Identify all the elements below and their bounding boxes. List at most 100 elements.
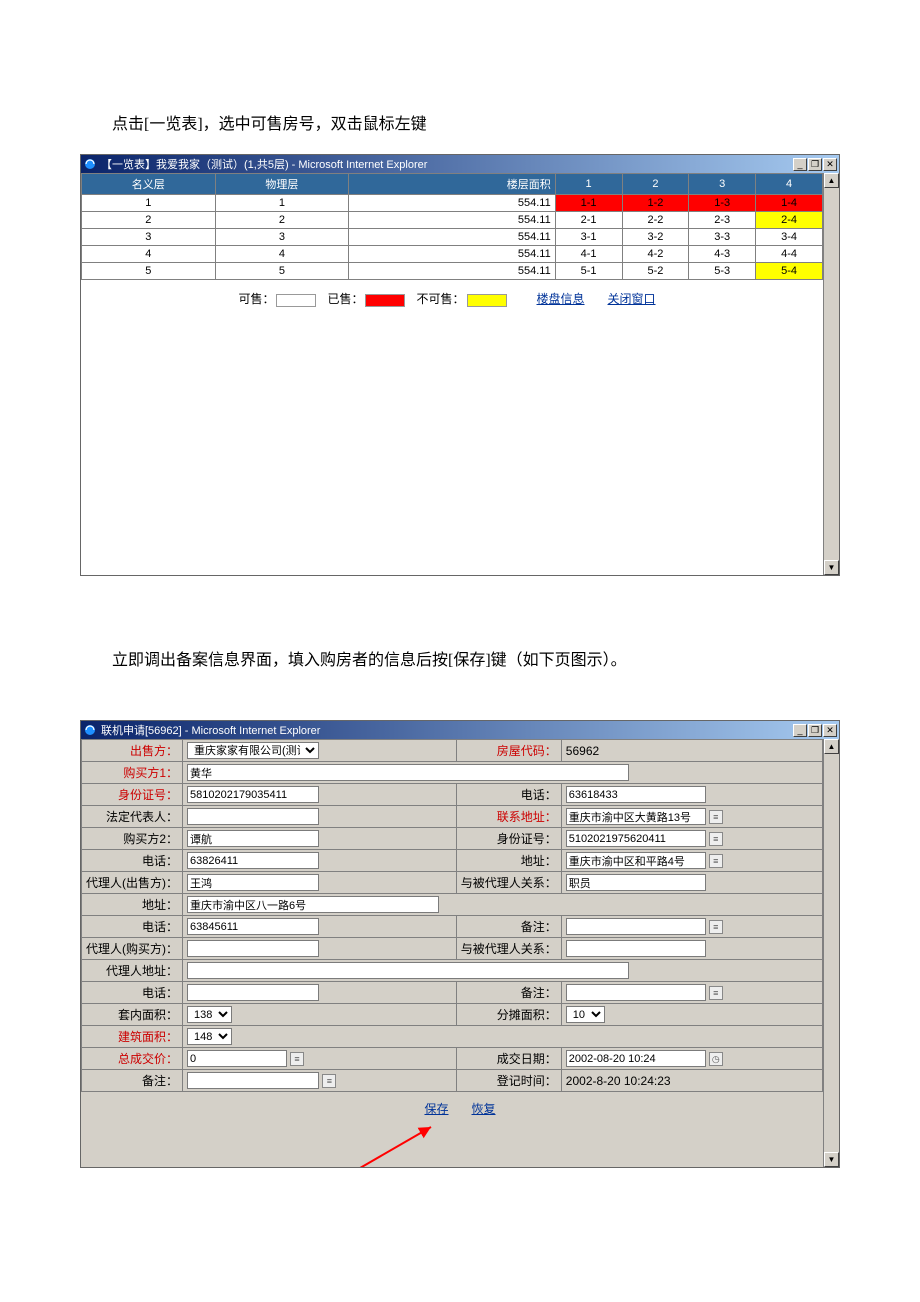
- remark2-input[interactable]: [566, 984, 706, 1001]
- phone3-input[interactable]: [187, 918, 319, 935]
- room-cell[interactable]: 1-2: [622, 195, 689, 212]
- legend-row: 可售： 已售： 不可售： 楼盘信息 关闭窗口: [81, 290, 839, 307]
- link-close-window[interactable]: 关闭窗口: [608, 292, 656, 306]
- cell-name-floor: 4: [82, 246, 216, 263]
- agent-addr-input[interactable]: [187, 962, 629, 979]
- memo-icon[interactable]: ≡: [709, 810, 723, 824]
- deal-date-input[interactable]: [566, 1050, 706, 1067]
- minimize-button[interactable]: _: [793, 158, 807, 171]
- agent-rel-input[interactable]: [566, 874, 706, 891]
- memo-icon[interactable]: ≡: [709, 920, 723, 934]
- room-cell[interactable]: 3-4: [756, 229, 823, 246]
- scroll-down-icon[interactable]: ▼: [824, 1152, 839, 1167]
- caption-2: 立即调出备案信息界面，填入购房者的信息后按[保存]键（如下页图示）。: [80, 646, 840, 670]
- room-cell[interactable]: 4-2: [622, 246, 689, 263]
- remark3-input[interactable]: [187, 1072, 319, 1089]
- agent-seller-input[interactable]: [187, 874, 319, 891]
- minimize-button[interactable]: _: [793, 724, 807, 737]
- table-row: 44554.114-14-24-34-4: [82, 246, 823, 263]
- room-cell[interactable]: 1-1: [555, 195, 622, 212]
- ie-icon: [83, 157, 97, 171]
- room-cell[interactable]: 2-3: [689, 212, 756, 229]
- cell-name-floor: 5: [82, 263, 216, 280]
- seller-select[interactable]: 重庆家家有限公司(测试): [187, 742, 319, 759]
- room-cell[interactable]: 5-1: [555, 263, 622, 280]
- room-cell[interactable]: 4-4: [756, 246, 823, 263]
- label-remark-2: 备注：: [456, 982, 561, 1004]
- memo-icon[interactable]: ≡: [322, 1074, 336, 1088]
- agent-buyer-input[interactable]: [187, 940, 319, 957]
- room-cell[interactable]: 5-3: [689, 263, 756, 280]
- build-area-select[interactable]: 148: [187, 1028, 232, 1045]
- value-reg-time: 2002-8-20 10:24:23: [561, 1070, 822, 1092]
- scroll-up-icon[interactable]: ▲: [824, 739, 839, 754]
- room-cell[interactable]: 3-3: [689, 229, 756, 246]
- label-phone-2: 电话：: [82, 850, 183, 872]
- address-input[interactable]: [187, 896, 439, 913]
- room-cell[interactable]: 5-2: [622, 263, 689, 280]
- maximize-button[interactable]: ❐: [808, 724, 822, 737]
- address2-input[interactable]: [566, 852, 706, 869]
- scroll-up-icon[interactable]: ▲: [824, 173, 839, 188]
- legend-unavail-label: 不可售：: [416, 292, 464, 306]
- buyer2-input[interactable]: [187, 830, 319, 847]
- id-input[interactable]: [187, 786, 319, 803]
- clock-icon[interactable]: ◷: [709, 1052, 723, 1066]
- room-cell[interactable]: 4-3: [689, 246, 756, 263]
- column-header: 楼层面积: [349, 174, 556, 195]
- share-area-select[interactable]: 10: [566, 1006, 605, 1023]
- scroll-down-icon[interactable]: ▼: [824, 560, 839, 575]
- calc-icon[interactable]: ≡: [290, 1052, 304, 1066]
- cell-phys-floor: 3: [215, 229, 349, 246]
- phone2-input[interactable]: [187, 852, 319, 869]
- phone4-input[interactable]: [187, 984, 319, 1001]
- caption-1: 点击[一览表]，选中可售房号，双击鼠标左键: [80, 110, 840, 134]
- column-header: 名义层: [82, 174, 216, 195]
- room-cell[interactable]: 2-1: [555, 212, 622, 229]
- remark-input[interactable]: [566, 918, 706, 935]
- room-cell[interactable]: 2-2: [622, 212, 689, 229]
- label-address: 地址：: [82, 894, 183, 916]
- label-contact-addr: 联系地址：: [456, 806, 561, 828]
- phone-input[interactable]: [566, 786, 706, 803]
- restore-link[interactable]: 恢复: [472, 1102, 496, 1116]
- save-link[interactable]: 保存: [424, 1102, 448, 1116]
- contact-addr-input[interactable]: [566, 808, 706, 825]
- cell-name-floor: 3: [82, 229, 216, 246]
- memo-icon[interactable]: ≡: [709, 854, 723, 868]
- titlebar-1: 【一览表】我爱我家（测试）(1,共5层) - Microsoft Interne…: [81, 155, 839, 173]
- memo-icon[interactable]: ≡: [709, 832, 723, 846]
- floor-table: 名义层物理层楼层面积1234 11554.111-11-21-31-422554…: [81, 173, 823, 280]
- room-cell[interactable]: 4-1: [555, 246, 622, 263]
- table-row: 22554.112-12-22-32-4: [82, 212, 823, 229]
- label-build-area: 建筑面积：: [82, 1026, 183, 1048]
- legend-sold-label: 已售：: [327, 292, 363, 306]
- inner-area-select[interactable]: 138: [187, 1006, 232, 1023]
- scrollbar-vertical[interactable]: ▲ ▼: [823, 173, 839, 575]
- close-button[interactable]: ✕: [823, 724, 837, 737]
- swatch-available: [276, 294, 316, 307]
- scrollbar-vertical[interactable]: ▲ ▼: [823, 739, 839, 1167]
- link-building-info[interactable]: 楼盘信息: [537, 292, 585, 306]
- title-text-1: 【一览表】我爱我家（测试）(1,共5层) - Microsoft Interne…: [101, 156, 793, 172]
- agent-rel2-input[interactable]: [566, 940, 706, 957]
- room-cell[interactable]: 5-4: [756, 263, 823, 280]
- room-cell[interactable]: 1-4: [756, 195, 823, 212]
- cell-area: 554.11: [349, 263, 556, 280]
- room-cell[interactable]: 2-4: [756, 212, 823, 229]
- room-cell[interactable]: 3-2: [622, 229, 689, 246]
- id2-input[interactable]: [566, 830, 706, 847]
- legal-rep-input[interactable]: [187, 808, 319, 825]
- buyer1-input[interactable]: [187, 764, 629, 781]
- label-house-code: 房屋代码：: [456, 740, 561, 762]
- total-price-input[interactable]: [187, 1050, 287, 1067]
- room-cell[interactable]: 3-1: [555, 229, 622, 246]
- maximize-button[interactable]: ❐: [808, 158, 822, 171]
- window-registration-form: 联机申请[56962] - Microsoft Internet Explore…: [80, 720, 840, 1168]
- memo-icon[interactable]: ≡: [709, 986, 723, 1000]
- label-deal-date: 成交日期：: [456, 1048, 561, 1070]
- ie-icon: [83, 723, 97, 737]
- room-cell[interactable]: 1-3: [689, 195, 756, 212]
- label-remark: 备注：: [456, 916, 561, 938]
- close-button[interactable]: ✕: [823, 158, 837, 171]
